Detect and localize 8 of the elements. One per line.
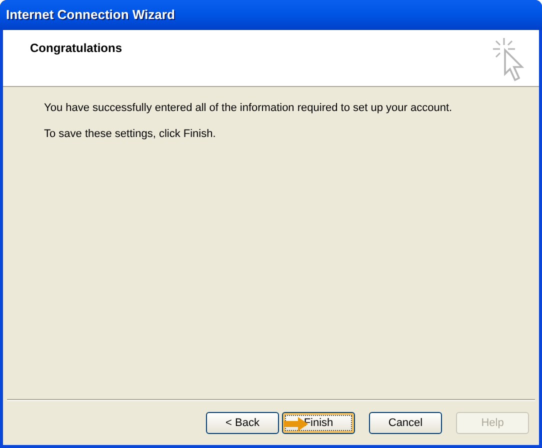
wizard-button[interactable]: < Back <box>206 412 279 434</box>
window-title: Internet Connection Wizard <box>6 6 175 24</box>
instruction-text: To save these settings, click Finish. <box>44 126 217 142</box>
header-title: Congratulations <box>30 40 122 57</box>
instruction-text: You have successfully entered all of the information required to set up your account. <box>44 101 454 116</box>
wizard-button[interactable]: Cancel <box>369 412 442 434</box>
cursor-icon <box>491 36 527 82</box>
wizard-button[interactable]: Finish <box>282 412 355 434</box>
